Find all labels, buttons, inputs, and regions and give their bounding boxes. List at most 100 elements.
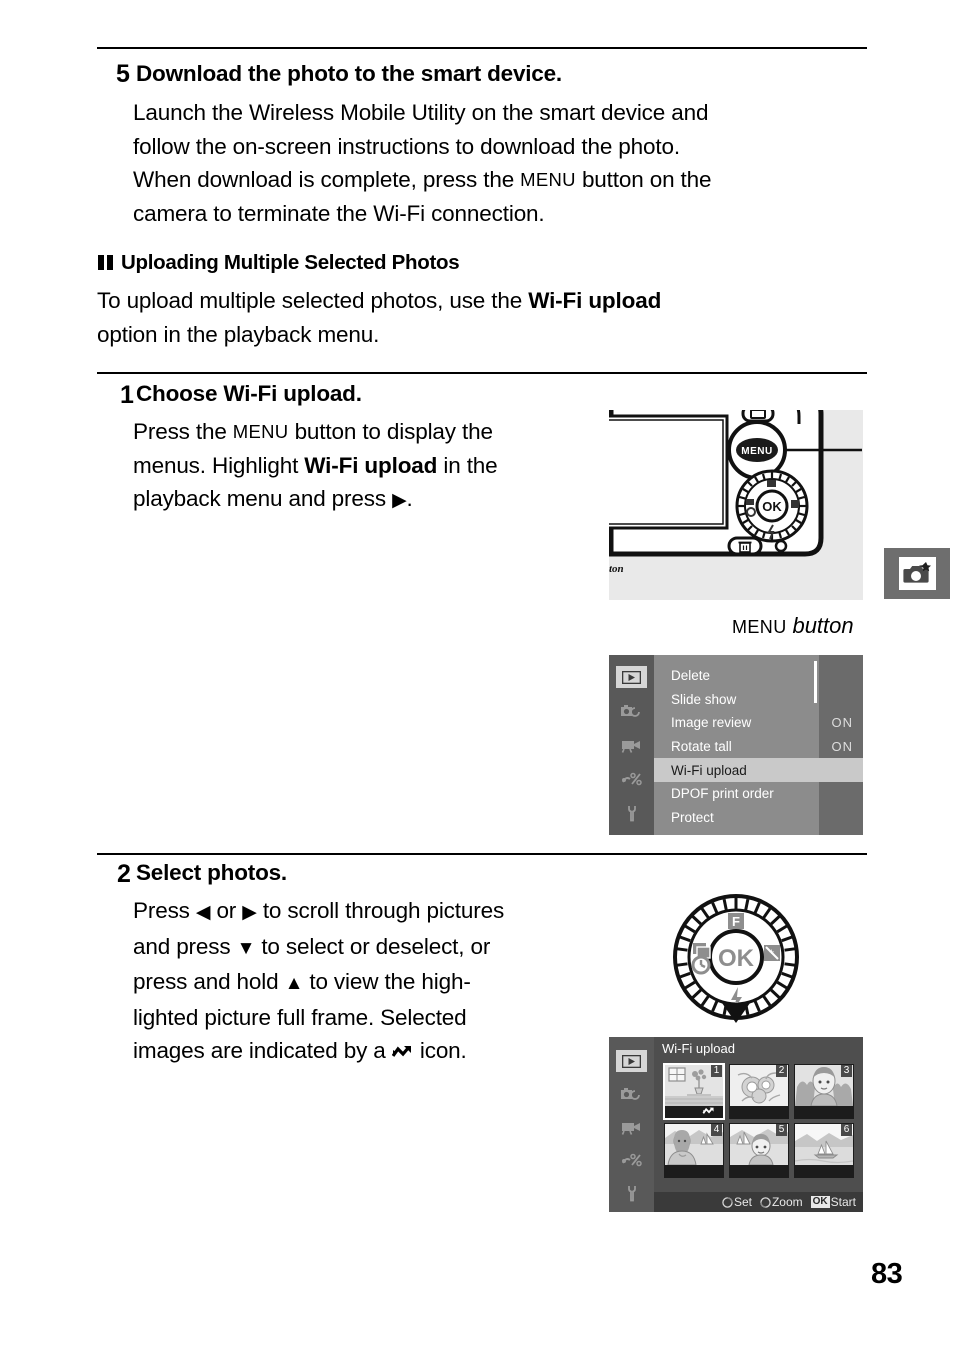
thumbnail-cell[interactable]: 5 xyxy=(729,1123,789,1178)
menu-item-wifi-upload[interactable]: Wi-Fi upload xyxy=(654,758,863,782)
menu-item-label: Image review xyxy=(671,715,752,731)
playback-icon xyxy=(622,1054,641,1068)
sidebar-item-shooting-menu[interactable] xyxy=(616,1083,647,1105)
menu-item-value: ON xyxy=(831,739,853,755)
triangle-down-icon: ▼ xyxy=(236,937,256,959)
menu-item-label: Protect xyxy=(671,809,714,825)
wifi-upload-thumbnail-screenshot: Wi-Fi upload 1 2 3 4 5 6 Set Zoom OK Sta… xyxy=(609,1037,863,1212)
hint-start-label: Start xyxy=(830,1195,856,1209)
command-dial-icon xyxy=(722,1196,733,1208)
thumb-screen-title: Wi-Fi upload xyxy=(662,1041,735,1056)
sidebar-item-playback[interactable] xyxy=(616,666,647,688)
camera-back-illustration: ton MENU OK xyxy=(597,396,863,600)
menu-item-value: ON xyxy=(831,715,853,731)
setup-wrench-icon xyxy=(627,1185,636,1201)
step-5-body: Launch the Wireless Mobile Utility on th… xyxy=(133,96,873,230)
menu-item-label: Delete xyxy=(671,668,711,684)
step-2-line-2-a: and press xyxy=(133,933,237,959)
step-2-title: Select photos. xyxy=(136,860,287,885)
hint-set-label: Set xyxy=(733,1195,752,1209)
step-1-line-1-a: Press the xyxy=(133,419,233,444)
zoom-dial-icon xyxy=(760,1196,771,1208)
camera-ok-button-label: OK xyxy=(762,499,782,514)
thumbnail-cell[interactable]: 1 xyxy=(663,1063,725,1120)
triangle-right-icon: ▶ xyxy=(392,490,407,511)
margin-tab-inner xyxy=(898,557,936,590)
step-5-title: Download the photo to the smart device. xyxy=(136,61,562,86)
svg-text:ton: ton xyxy=(609,563,624,575)
triangle-right-icon: ▶ xyxy=(242,902,257,923)
sidebar-item-setup[interactable] xyxy=(616,802,647,824)
shooting-menu-icon xyxy=(620,1088,640,1100)
step-5-number: 5 xyxy=(116,60,130,88)
step-1-title: Choose Wi-Fi upload. xyxy=(136,382,362,406)
sidebar-item-custom-settings[interactable] xyxy=(616,1149,647,1171)
sidebar-item-movie[interactable] xyxy=(616,734,647,756)
divider-step-2 xyxy=(97,853,867,855)
sidebar-item-setup[interactable] xyxy=(616,1182,647,1204)
thumbnail-index: 1 xyxy=(711,1065,722,1077)
menu-item-image-review[interactable]: Image review ON xyxy=(654,711,863,735)
sidebar-item-playback[interactable] xyxy=(616,1050,647,1072)
thumbnail-index: 2 xyxy=(776,1065,787,1077)
menu-item-protect[interactable]: Protect xyxy=(654,806,863,830)
ok-badge: OK xyxy=(810,1196,830,1208)
hint-set: Set xyxy=(722,1195,752,1209)
menu-item-delete[interactable]: Delete xyxy=(654,664,863,688)
menu-item-dpof-print-order[interactable]: DPOF print order xyxy=(654,782,863,806)
step-2-line-2-b: to select or deselect, or xyxy=(255,933,491,959)
menu-item-label: Slide show xyxy=(671,691,737,707)
step-2-line-1-a: Press xyxy=(133,898,196,923)
caption-button-word: button xyxy=(792,613,854,638)
step-2-line-3-a: press and hold xyxy=(133,969,285,994)
menu-item-slide-show[interactable]: Slide show xyxy=(654,688,863,712)
step-1-line-2-bold: Wi-Fi upload xyxy=(304,452,438,478)
step-2-line-1-b: or xyxy=(210,898,243,923)
thumbnail-index: 3 xyxy=(841,1065,852,1077)
step-1-line-2-a: menus. Highlight xyxy=(133,452,305,478)
sidebar-item-shooting-menu[interactable] xyxy=(616,700,647,722)
playback-menu-screenshot: Delete Slide show Image review ON Rotate… xyxy=(609,655,863,835)
down-arrow-indicator xyxy=(722,1003,750,1023)
thumbnail-cell[interactable]: 2 xyxy=(729,1064,789,1119)
custom-settings-icon xyxy=(621,772,642,786)
step-2-number: 2 xyxy=(117,860,131,888)
sidebar-item-movie[interactable] xyxy=(616,1116,647,1138)
custom-settings-icon xyxy=(621,1153,642,1167)
thumbnail-cell[interactable]: 6 xyxy=(794,1123,854,1178)
menu-rows: Delete Slide show Image review ON Rotate… xyxy=(654,664,863,829)
step-5-line-1: Launch the Wireless Mobile Utility on th… xyxy=(133,100,709,125)
thumbnail-grid: 1 2 3 4 5 6 xyxy=(663,1063,854,1178)
exposure-compensation-icon: + xyxy=(764,945,780,961)
movie-icon xyxy=(621,1122,640,1135)
section-heading: Uploading Multiple Selected Photos xyxy=(97,251,460,275)
hint-start: OK Start xyxy=(810,1195,856,1209)
setup-wrench-icon xyxy=(627,805,636,821)
step-5-line-3-prefix: When download is complete, press the xyxy=(133,167,521,192)
thumbnail-cell[interactable]: 3 xyxy=(794,1064,854,1119)
wifi-upload-mark-icon xyxy=(702,1107,716,1118)
menu-list: Delete Slide show Image review ON Rotate… xyxy=(654,655,863,835)
menu-item-label: DPOF print order xyxy=(671,786,774,802)
step-1-number: 1 xyxy=(120,381,134,409)
divider-step-1 xyxy=(97,372,867,374)
svg-text:+: + xyxy=(769,947,774,957)
triangle-up-icon: ▲ xyxy=(284,973,304,994)
camera-menu-button-label: MENU xyxy=(741,446,772,457)
triangle-left-icon: ◀ xyxy=(195,902,211,923)
step-2-line-5-b: icon. xyxy=(413,1038,467,1063)
thumbnail-index: 6 xyxy=(841,1124,852,1136)
thumb-screen-footer: Set Zoom OK Start xyxy=(654,1192,863,1212)
dial-function-label: F xyxy=(732,914,740,929)
section-paragraph-bold: Wi-Fi upload xyxy=(528,288,662,313)
menu-item-label: Rotate tall xyxy=(671,739,732,755)
menu-button-caption: MENU button xyxy=(732,613,854,639)
page-number: 83 xyxy=(871,1258,903,1290)
thumbnail-cell[interactable]: 4 xyxy=(664,1123,724,1178)
hint-zoom-label: Zoom xyxy=(771,1195,803,1209)
section-paragraph-b: option in the playback menu. xyxy=(97,321,380,347)
menu-item-rotate-tall[interactable]: Rotate tall ON xyxy=(654,735,863,759)
shooting-menu-icon xyxy=(620,705,640,717)
sidebar-item-custom-settings[interactable] xyxy=(616,768,647,790)
wifi-upload-mark-icon xyxy=(391,1045,411,1057)
